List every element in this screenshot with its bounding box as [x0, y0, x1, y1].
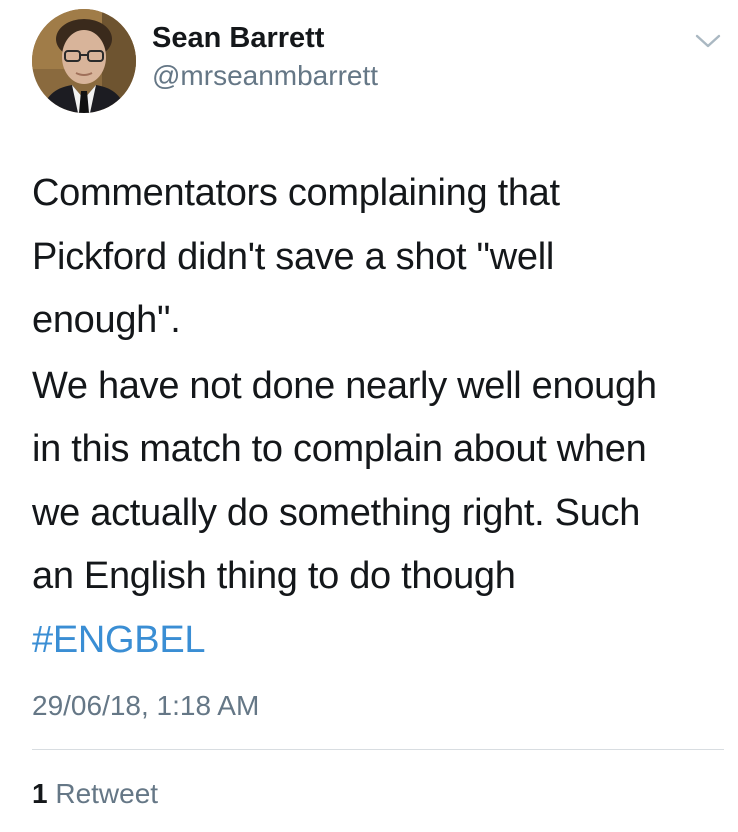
profile-photo [32, 9, 136, 113]
display-name[interactable]: Sean Barrett [152, 22, 324, 55]
tweet: Sean Barrett @mrseanmbarrett Commentator… [0, 0, 738, 832]
avatar[interactable] [32, 9, 136, 113]
tweet-timestamp[interactable]: 29/06/18, 1:18 AM [32, 690, 259, 722]
retweet-count: 1 [32, 778, 48, 809]
tweet-text: Commentators complaining that Pickford d… [32, 162, 722, 672]
retweet-label: Retweet [55, 778, 159, 809]
retweet-stat[interactable]: 1 Retweet [32, 778, 158, 810]
tweet-paragraph: Commentators complaining that Pickford d… [32, 172, 560, 341]
hashtag-link[interactable]: #ENGBEL [32, 609, 206, 673]
user-handle[interactable]: @mrseanmbarrett [152, 60, 378, 92]
chevron-down-icon[interactable] [693, 30, 723, 52]
tweet-paragraph: We have not done nearly well enough in t… [32, 364, 657, 598]
divider [32, 749, 724, 750]
